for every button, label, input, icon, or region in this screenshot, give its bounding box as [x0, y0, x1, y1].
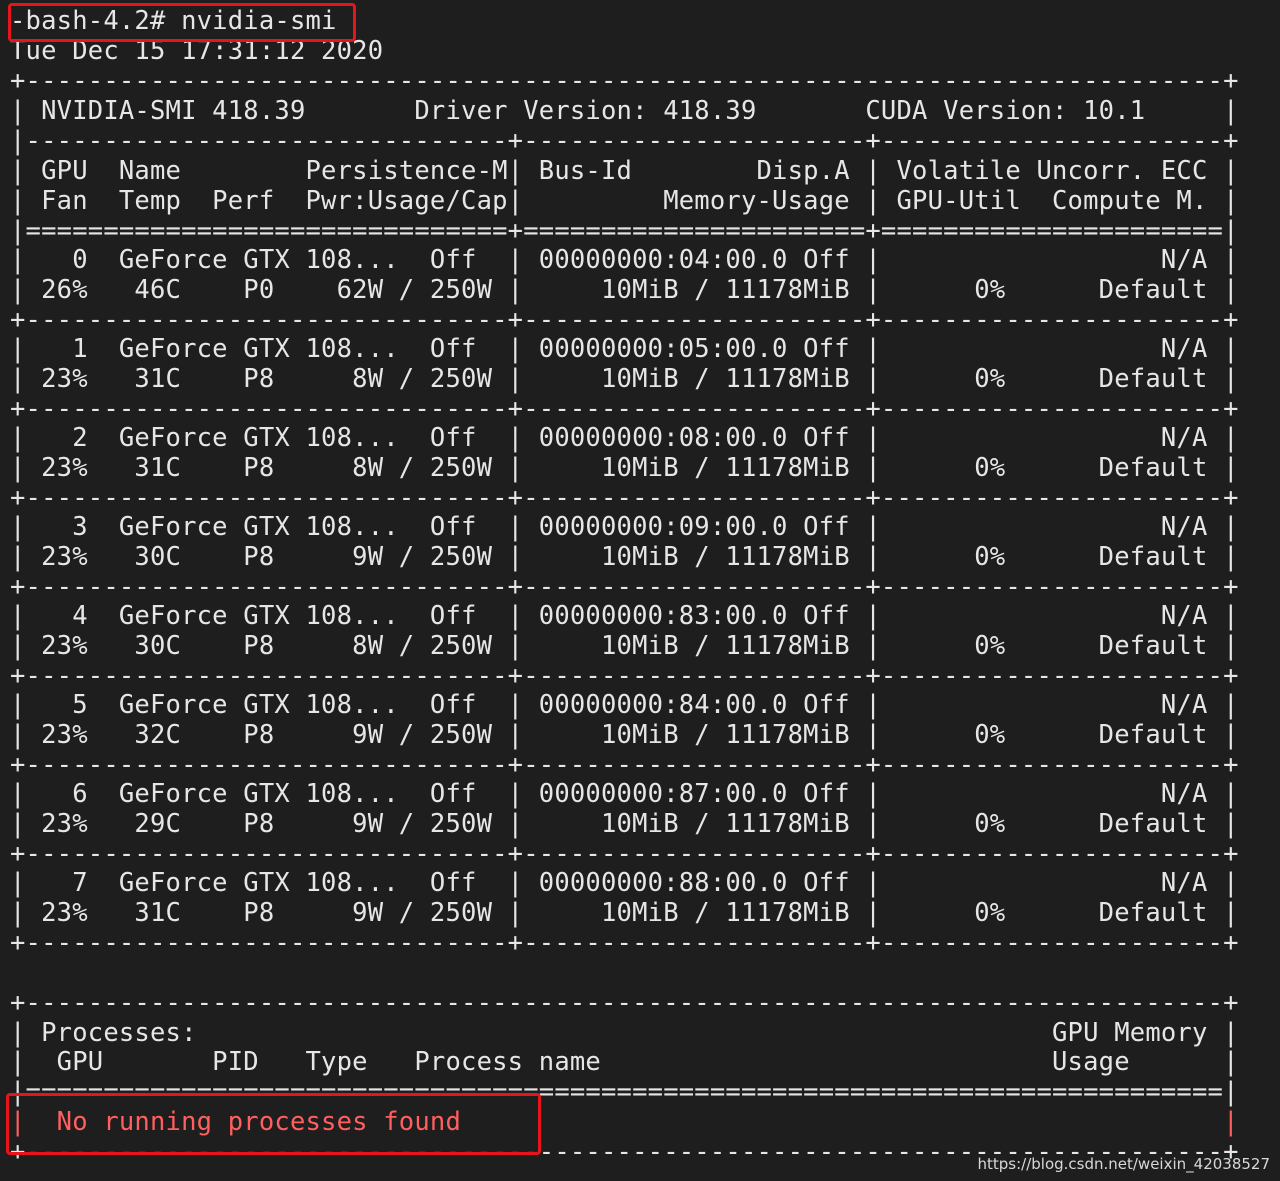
- gpu-row: | 0 GeForce GTX 108... Off | 00000000:04…: [10, 245, 1239, 275]
- table-border: +-------------------------------+-------…: [10, 750, 1239, 780]
- gpu-row: | 6 GeForce GTX 108... Off | 00000000:87…: [10, 779, 1239, 809]
- gpu-row: | 23% 31C P8 8W / 250W | 10MiB / 11178Mi…: [10, 364, 1239, 394]
- command-highlight-box: [8, 3, 356, 42]
- table-separator: |===============================+=======…: [10, 216, 1239, 246]
- table-border: +-------------------------------+-------…: [10, 305, 1239, 335]
- gpu-row: | 23% 32C P8 9W / 250W | 10MiB / 11178Mi…: [10, 720, 1239, 750]
- table-header-row: | Fan Temp Perf Pwr:Usage/Cap| Memory-Us…: [10, 186, 1239, 216]
- table-border: +-------------------------------+-------…: [10, 661, 1239, 691]
- table-border: +-------------------------------+-------…: [10, 839, 1239, 869]
- gpu-row: | 4 GeForce GTX 108... Off | 00000000:83…: [10, 601, 1239, 631]
- gpu-row: | 23% 30C P8 8W / 250W | 10MiB / 11178Mi…: [10, 631, 1239, 661]
- terminal-window[interactable]: -bash-4.2# nvidia-smi Tue Dec 15 17:31:1…: [0, 0, 1280, 1181]
- gpu-row: | 23% 31C P8 9W / 250W | 10MiB / 11178Mi…: [10, 898, 1239, 928]
- processes-border: +---------------------------------------…: [10, 988, 1239, 1018]
- processes-header: | GPU PID Type Process name Usage |: [10, 1047, 1239, 1077]
- blog-watermark: https://blog.csdn.net/weixin_42038527: [977, 1155, 1270, 1173]
- version-line: | NVIDIA-SMI 418.39 Driver Version: 418.…: [10, 96, 1239, 126]
- gpu-row: | 5 GeForce GTX 108... Off | 00000000:84…: [10, 690, 1239, 720]
- gpu-row: | 3 GeForce GTX 108... Off | 00000000:09…: [10, 512, 1239, 542]
- gpu-row: | 1 GeForce GTX 108... Off | 00000000:05…: [10, 334, 1239, 364]
- table-border: +-------------------------------+-------…: [10, 394, 1239, 424]
- gpu-row: | 2 GeForce GTX 108... Off | 00000000:08…: [10, 423, 1239, 453]
- table-border: +-------------------------------+-------…: [10, 483, 1239, 513]
- table-border: +-------------------------------+-------…: [10, 572, 1239, 602]
- gpu-row: | 23% 31C P8 8W / 250W | 10MiB / 11178Mi…: [10, 453, 1239, 483]
- gpu-row: | 7 GeForce GTX 108... Off | 00000000:88…: [10, 868, 1239, 898]
- gpu-row: | 23% 29C P8 9W / 250W | 10MiB / 11178Mi…: [10, 809, 1239, 839]
- table-header-row: | GPU Name Persistence-M| Bus-Id Disp.A …: [10, 156, 1239, 186]
- gpu-row: | 26% 46C P0 62W / 250W | 10MiB / 11178M…: [10, 275, 1239, 305]
- gpu-row: | 23% 30C P8 9W / 250W | 10MiB / 11178Mi…: [10, 542, 1239, 572]
- table-border: |-------------------------------+-------…: [10, 126, 1239, 156]
- processes-header: | Processes: GPU Memory |: [10, 1018, 1239, 1048]
- no-processes-highlight-box: [6, 1093, 541, 1155]
- table-border: +---------------------------------------…: [10, 66, 1239, 96]
- table-border: +-------------------------------+-------…: [10, 928, 1239, 958]
